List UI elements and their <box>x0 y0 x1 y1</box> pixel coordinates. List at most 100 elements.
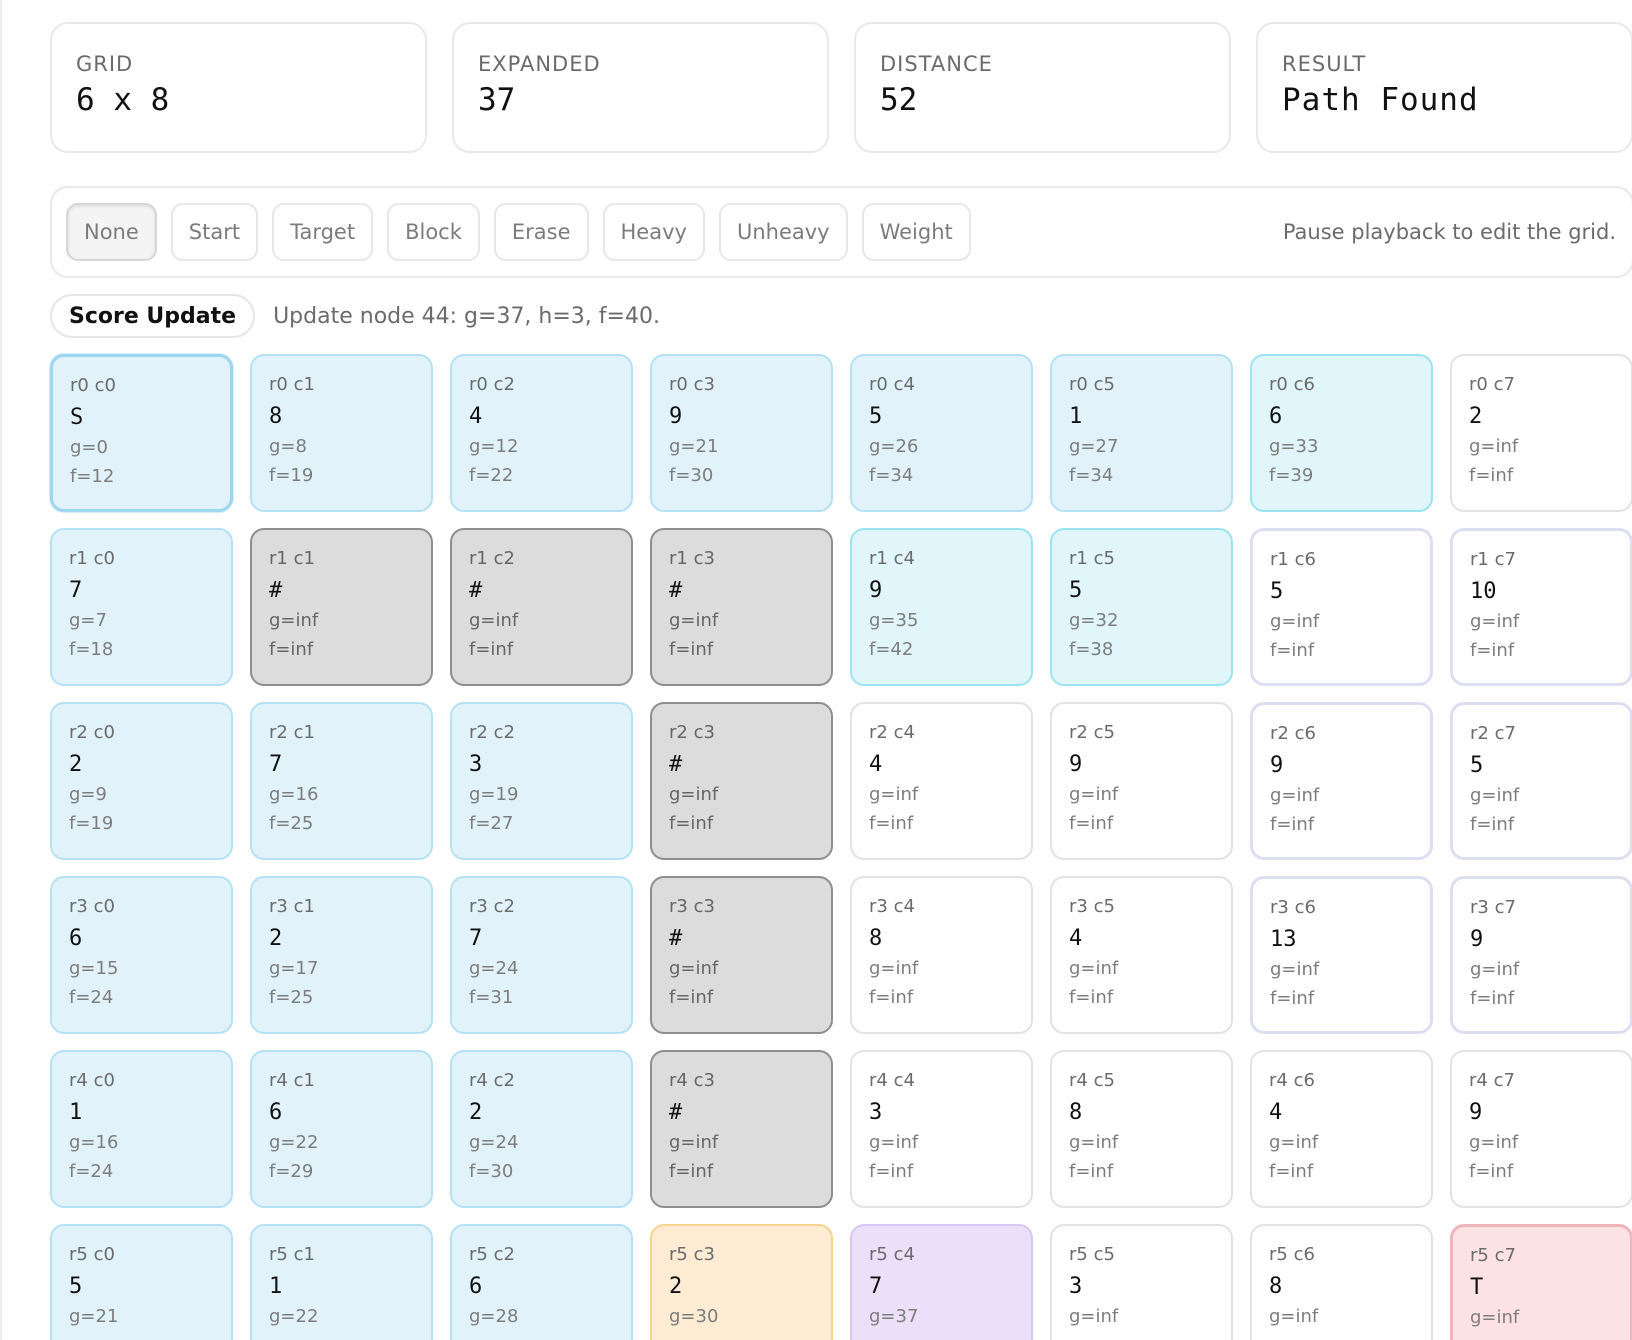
grid-cell-r5-c0[interactable]: r5 c0 5 g=21 <box>50 1224 233 1340</box>
stat-result: RESULT Path Found <box>1256 22 1632 153</box>
grid-cell-r1-c1[interactable]: r1 c1 # g=inf f=inf <box>250 528 433 686</box>
cell-coordinate: r1 c1 <box>269 548 315 569</box>
cell-g-score: g=inf <box>669 784 719 805</box>
cell-f-score <box>1269 1335 1431 1340</box>
cell-coordinate: r4 c1 <box>269 1070 315 1091</box>
cell-g-score: g=9 <box>69 784 107 805</box>
grid-cell-r5-c7[interactable]: r5 c7 Tg=inf <box>1450 1224 1632 1340</box>
grid-cell-r2-c5[interactable]: r2 c5 9 g=inf f=inf <box>1050 702 1233 860</box>
grid-cell-r3-c4[interactable]: r3 c4 8 g=inf f=inf <box>850 876 1033 1034</box>
cell-g-score: g=28 <box>469 1306 519 1327</box>
cell-coordinate: r5 c0 <box>69 1244 115 1265</box>
grid-cell-r4-c2[interactable]: r4 c2 2 g=24 f=30 <box>450 1050 633 1208</box>
cell-coordinate: r1 c2 <box>469 548 515 569</box>
cell-weight: 4 <box>869 752 883 777</box>
cell-g-score: g=inf <box>1470 785 1520 806</box>
cell-g-score: g=inf <box>669 610 719 631</box>
grid-cell-r3-c0[interactable]: r3 c0 6 g=15 f=24 <box>50 876 233 1034</box>
grid-cell-r2-c4[interactable]: r2 c4 4 g=inf f=inf <box>850 702 1033 860</box>
cell-weight: 1 <box>69 1100 83 1125</box>
grid-cell-r2-c3[interactable]: r2 c3 # g=inf f=inf <box>650 702 833 860</box>
stat-label: DISTANCE <box>880 52 993 76</box>
cell-f-score: f=inf <box>1470 640 1515 661</box>
tool-start-button[interactable]: Start <box>170 203 259 261</box>
grid-cell-r4-c5[interactable]: r4 c5 8 g=inf f=inf <box>1050 1050 1233 1208</box>
grid-cell-r1-c4[interactable]: r1 c4 9 g=35 f=42 <box>850 528 1033 686</box>
cell-g-score: g=16 <box>269 784 319 805</box>
cell-coordinate: r2 c4 <box>869 722 915 743</box>
cell-weight: # <box>469 578 483 603</box>
grid-cell-r0-c5[interactable]: r0 c5 1 g=27 f=34 <box>1050 354 1233 512</box>
grid-cell-r1-c6[interactable]: r1 c6 5 g=inf f=inf <box>1250 528 1433 686</box>
grid-cell-r5-c4[interactable]: r5 c4 7 g=37 <box>850 1224 1033 1340</box>
cell-coordinate: r5 c6 <box>1269 1244 1315 1265</box>
grid-cell-r0-c3[interactable]: r0 c3 9 g=21 f=30 <box>650 354 833 512</box>
grid-cell-r4-c1[interactable]: r4 c1 6 g=22 f=29 <box>250 1050 433 1208</box>
grid-cell-r1-c7[interactable]: r1 c7 10 g=inf f=inf <box>1450 528 1632 686</box>
tool-target-button[interactable]: Target <box>272 203 374 261</box>
grid-cell-r4-c4[interactable]: r4 c4 3 g=inf f=inf <box>850 1050 1033 1208</box>
page-edge <box>0 0 2 1340</box>
grid-cell-r3-c7[interactable]: r3 c7 9 g=inf f=inf <box>1450 876 1632 1034</box>
cell-coordinate: r2 c5 <box>1069 722 1115 743</box>
grid-cell-r0-c2[interactable]: r0 c2 4 g=12 f=22 <box>450 354 633 512</box>
grid-cell-r2-c2[interactable]: r2 c2 3 g=19 f=27 <box>450 702 633 860</box>
cell-weight: 8 <box>269 404 283 429</box>
cell-g-score: g=7 <box>69 610 107 631</box>
tool-erase-button[interactable]: Erase <box>493 203 589 261</box>
grid-cell-r4-c6[interactable]: r4 c6 4 g=inf f=inf <box>1250 1050 1433 1208</box>
grid-cell-r5-c3[interactable]: r5 c3 2 g=30 <box>650 1224 833 1340</box>
grid-cell-r1-c2[interactable]: r1 c2 # g=inf f=inf <box>450 528 633 686</box>
cell-g-score: g=24 <box>469 958 519 979</box>
cell-weight: 9 <box>869 578 883 603</box>
tool-weight-button[interactable]: Weight <box>861 203 971 261</box>
grid-cell-r3-c6[interactable]: r3 c6 13 g=inf f=inf <box>1250 876 1433 1034</box>
cell-coordinate: r0 c6 <box>1269 374 1315 395</box>
grid-cell-r2-c0[interactable]: r2 c0 2 g=9 f=19 <box>50 702 233 860</box>
grid-cell-r5-c5[interactable]: r5 c5 3 g=inf <box>1050 1224 1233 1340</box>
grid-cell-r2-c1[interactable]: r2 c1 7 g=16 f=25 <box>250 702 433 860</box>
grid-cell-r1-c5[interactable]: r1 c5 5 g=32 f=38 <box>1050 528 1233 686</box>
grid-cell-r4-c3[interactable]: r4 c3 # g=inf f=inf <box>650 1050 833 1208</box>
grid-cell-r3-c3[interactable]: r3 c3 # g=inf f=inf <box>650 876 833 1034</box>
cell-g-score: g=30 <box>669 1306 719 1327</box>
grid-cell-r1-c3[interactable]: r1 c3 # g=inf f=inf <box>650 528 833 686</box>
tool-none-button[interactable]: None <box>66 203 157 261</box>
grid-cell-r4-c7[interactable]: r4 c7 9 g=inf f=inf <box>1450 1050 1632 1208</box>
grid-cell-r2-c7[interactable]: r2 c7 5 g=inf f=inf <box>1450 702 1632 860</box>
grid-cell-r5-c1[interactable]: r5 c1 1 g=22 <box>250 1224 433 1340</box>
grid-cell-r0-c7[interactable]: r0 c7 2 g=inf f=inf <box>1450 354 1632 512</box>
cell-g-score: g=inf <box>869 958 919 979</box>
cell-coordinate: r0 c0 <box>70 375 116 396</box>
grid-cell-r4-c0[interactable]: r4 c0 1 g=16 f=24 <box>50 1050 233 1208</box>
grid-cell-r5-c6[interactable]: r5 c6 8 g=inf <box>1250 1224 1433 1340</box>
cell-f-score: f=inf <box>1470 814 1515 835</box>
grid-cell-r3-c5[interactable]: r3 c5 4 g=inf f=inf <box>1050 876 1233 1034</box>
grid-cell-r3-c2[interactable]: r3 c2 7 g=24 f=31 <box>450 876 633 1034</box>
stat-grid: GRID 6 x 8 <box>50 22 427 153</box>
grid-cell-r0-c0[interactable]: r0 c0 Sg=0 f=12 <box>50 354 233 512</box>
cell-weight: # <box>669 926 683 951</box>
cell-coordinate: r0 c3 <box>669 374 715 395</box>
cell-f-score: f=inf <box>669 639 714 660</box>
cell-coordinate: r4 c2 <box>469 1070 515 1091</box>
tool-heavy-button[interactable]: Heavy <box>602 203 705 261</box>
tool-unheavy-button[interactable]: Unheavy <box>718 203 848 261</box>
step-type-badge: Score Update <box>50 294 256 338</box>
grid-cell-r1-c0[interactable]: r1 c0 7 g=7 f=18 <box>50 528 233 686</box>
cell-g-score: g=inf <box>1270 611 1320 632</box>
cell-f-score: f=38 <box>1069 639 1114 660</box>
grid-cell-r0-c1[interactable]: r0 c1 8 g=8 f=19 <box>250 354 433 512</box>
grid-cell-r5-c2[interactable]: r5 c2 6 g=28 <box>450 1224 633 1340</box>
cell-weight: 5 <box>1470 753 1484 778</box>
grid-cell-r0-c4[interactable]: r0 c4 5 g=26 f=34 <box>850 354 1033 512</box>
grid-cell-r3-c1[interactable]: r3 c1 2 g=17 f=25 <box>250 876 433 1034</box>
cell-f-score: f=inf <box>1269 1161 1314 1182</box>
tool-block-button[interactable]: Block <box>387 203 480 261</box>
grid-cell-r0-c6[interactable]: r0 c6 6 g=33 f=39 <box>1250 354 1433 512</box>
cell-coordinate: r2 c1 <box>269 722 315 743</box>
cell-g-score: g=12 <box>469 436 519 457</box>
cell-f-score: f=24 <box>69 1161 114 1182</box>
cell-weight: 8 <box>1269 1274 1283 1299</box>
grid-cell-r2-c6[interactable]: r2 c6 9 g=inf f=inf <box>1250 702 1433 860</box>
